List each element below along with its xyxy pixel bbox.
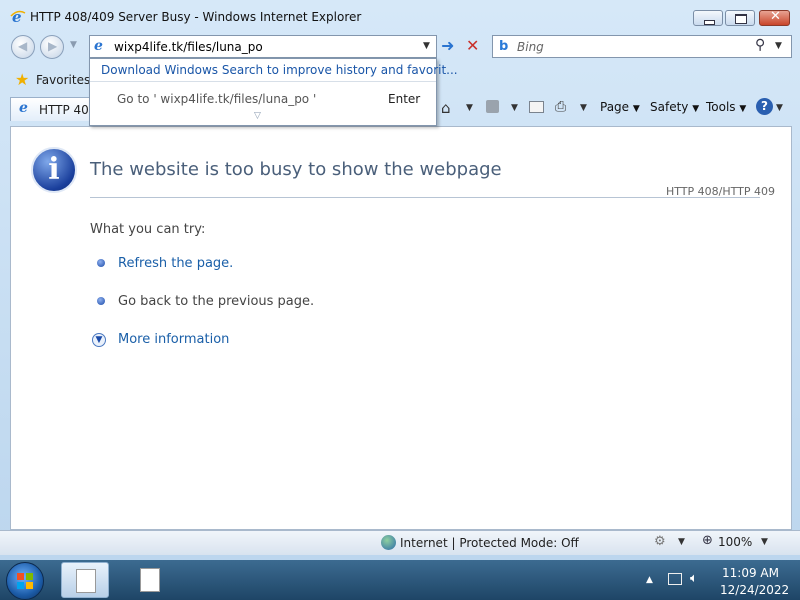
protected-mode-icon[interactable]: ⚙ [654,534,666,549]
stop-icon[interactable]: ✕ [466,36,479,55]
home-icon[interactable]: ⌂ [441,99,451,117]
back-arrow-icon: ◀ [18,39,28,53]
tab-http-408[interactable]: e HTTP 408 [10,97,96,121]
taskbar-item-document[interactable] [126,562,174,598]
window-title: HTTP 408/409 Server Busy - Windows Inter… [30,10,362,24]
address-autocomplete-dropdown: Download Windows Search to improve histo… [89,58,458,126]
minimize-button[interactable] [693,10,723,26]
dropdown-divider [90,81,436,82]
info-icon: i [31,147,77,193]
security-zone[interactable]: Internet | Protected Mode: Off [400,536,579,550]
bing-icon: b [499,39,509,54]
print-icon[interactable]: ⎙ [555,99,566,115]
error-headline: The website is too busy to show the webp… [90,159,502,180]
close-button[interactable]: ✕ [759,9,790,26]
windows-logo-icon [17,573,33,589]
print-dropdown-icon[interactable]: ▼ [580,103,587,113]
show-hidden-icons-icon[interactable]: ▲ [646,575,653,585]
enter-hint: Enter [388,92,421,106]
safety-menu-label: Safety [650,100,689,114]
tab-ie-icon: e [19,100,28,116]
page-content: i The website is too busy to show the we… [10,126,792,530]
maximize-icon [735,14,747,24]
forward-arrow-icon: ▶ [48,39,58,53]
bullet-icon [97,259,105,267]
history-dropdown-icon[interactable]: ▼ [70,40,77,50]
maximize-button[interactable] [725,10,755,26]
title-bar: e HTTP 408/409 Server Busy - Windows Int… [0,0,800,34]
page-dropdown-icon: ▼ [632,104,640,114]
refresh-link[interactable]: Refresh the page. [118,256,233,271]
safety-menu[interactable]: Safety ▼ [650,100,699,114]
more-information-link[interactable]: More information [118,332,229,347]
mail-icon[interactable] [529,101,544,113]
go-to-suggestion[interactable]: Go to ' wixp4life.tk/files/luna_po ' [117,92,316,106]
address-input[interactable]: wixp4life.tk/files/luna_po [114,40,263,54]
taskbar-item-ie[interactable] [61,562,109,598]
clock-date[interactable]: 12/24/2022 [720,583,789,597]
svg-text:e: e [12,8,22,24]
try-heading: What you can try: [90,222,206,237]
help-icon[interactable]: ? [756,98,773,115]
bullet-icon [97,297,105,305]
go-arrow-icon[interactable]: ➜ [441,36,454,55]
close-icon: ✕ [770,9,781,24]
zoom-icon: ⊕ [702,533,713,548]
zoom-dropdown-icon[interactable]: ▼ [761,537,768,547]
document-icon [140,568,160,592]
help-dropdown-icon[interactable]: ▼ [776,103,783,113]
go-back-text: Go back to the previous page. [118,294,315,309]
network-icon[interactable] [668,573,682,585]
windows-search-link[interactable]: Download Windows Search to improve histo… [101,63,458,77]
page-menu-label: Page [600,100,630,114]
page-icon: e [94,38,103,54]
safety-dropdown-icon: ▼ [692,104,700,114]
clock-time[interactable]: 11:09 AM [722,566,779,580]
favorites-button[interactable]: Favorites [36,73,90,87]
minimize-icon [704,20,715,25]
volume-muted-icon[interactable]: 🔈︎ [690,571,698,586]
search-box[interactable]: b Bing ⚲ ▼ [492,35,792,58]
protected-dropdown-icon[interactable]: ▼ [678,537,685,547]
page-menu[interactable]: Page ▼ [600,100,640,114]
tools-dropdown-icon: ▼ [739,104,747,114]
document-icon [76,569,96,593]
ie-logo-icon: e [10,8,26,26]
tools-menu-label: Tools [706,100,736,114]
search-dropdown-icon[interactable]: ▼ [775,41,782,51]
tab-label: HTTP 408 [39,103,97,117]
address-bar[interactable]: e wixp4life.tk/files/luna_po ▼ [89,35,437,58]
home-dropdown-icon[interactable]: ▼ [466,103,473,113]
back-button[interactable]: ◀ [11,35,35,59]
divider [90,197,760,198]
search-placeholder: Bing [517,40,544,54]
status-bar: Internet | Protected Mode: Off ⚙ ▼ ⊕ 100… [0,530,800,555]
favorites-star-icon: ★ [15,70,30,89]
forward-button[interactable]: ▶ [40,35,64,59]
start-button[interactable] [6,562,44,600]
globe-icon [381,535,396,550]
feeds-dropdown-icon[interactable]: ▼ [511,103,518,113]
search-icon[interactable]: ⚲ [755,37,765,53]
zoom-level[interactable]: 100% [718,535,752,549]
address-dropdown-icon[interactable]: ▼ [423,41,430,51]
tools-menu[interactable]: Tools ▼ [706,100,746,114]
dropdown-expand-icon[interactable]: ▽ [254,111,261,121]
expand-chevron-icon[interactable]: ▼ [92,333,106,347]
feeds-icon[interactable] [486,100,499,113]
